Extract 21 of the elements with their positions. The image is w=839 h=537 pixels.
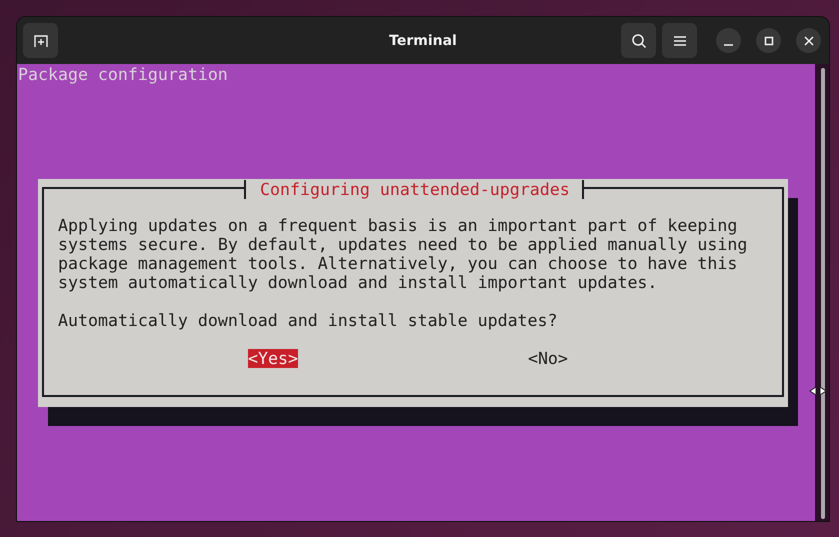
dialog-title: Configuring unattended-upgrades: [244, 180, 584, 199]
search-icon: [630, 32, 646, 48]
new-tab-button[interactable]: [23, 23, 58, 58]
minimize-button[interactable]: [716, 28, 741, 53]
menu-icon: [672, 34, 686, 46]
minimize-icon: [724, 44, 733, 46]
dialog-message: Applying updates on a frequent basis is an important part of keeping systems secure. By default, updates need to be applied manually using package management tools. Alternatively, you can choose to have this system automatically download and install important updates.: [58, 216, 748, 292]
close-button[interactable]: [796, 28, 821, 53]
close-icon: [804, 36, 814, 46]
terminal-header: Package configuration: [18, 65, 229, 84]
resize-cursor-icon: [809, 386, 827, 396]
search-button[interactable]: [621, 23, 656, 58]
menu-button[interactable]: [662, 23, 697, 58]
scrollbar[interactable]: [821, 68, 825, 519]
dialog-button[interactable]: <Yes>: [248, 349, 298, 368]
maximize-icon: [764, 36, 774, 46]
dialog-button[interactable]: <No>: [528, 349, 568, 368]
dialog-question: Automatically download and install stable updates?: [58, 311, 559, 330]
new-tab-icon: [32, 32, 48, 48]
maximize-button[interactable]: [756, 28, 781, 53]
window-title: Terminal: [389, 32, 457, 48]
